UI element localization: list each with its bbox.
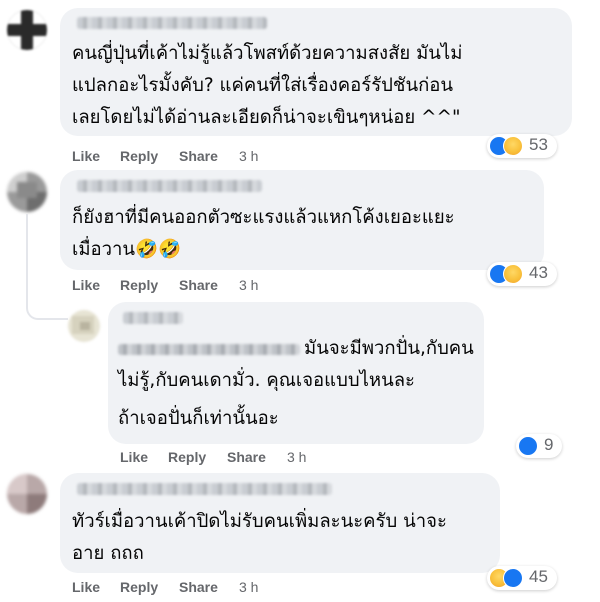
reaction-count: 43 [529,263,548,282]
reaction-summary[interactable]: 9 [516,434,562,458]
like-button[interactable]: Like [72,277,100,293]
like-button[interactable]: Like [72,148,100,164]
commenter-avatar[interactable] [68,310,100,342]
reaction-count: 53 [529,135,548,154]
reply-button[interactable]: Reply [120,148,158,164]
like-button[interactable]: Like [120,449,148,465]
commenter-name-redacted[interactable] [77,483,332,495]
reply-button[interactable]: Reply [168,449,206,465]
commenter-name-redacted[interactable] [123,312,183,324]
reaction-count: 45 [529,567,548,586]
share-button[interactable]: Share [179,579,218,595]
comment-text-line: เลยโดยไม่ได้อ่านละเอียดก็น่าจะเขินๆหน่อย… [72,107,461,128]
reply-thread-line [26,214,68,320]
reaction-summary[interactable]: 45 [487,566,557,590]
like-icon [503,568,523,588]
comment-text-fragment: มันจะมีพวกปั่น,กับคน [304,338,474,359]
timestamp[interactable]: 3 h [239,579,258,595]
comment-text-line: ก็ยังฮาที่มีคนออกตัวซะแรงแล้วแหกโค้งเยอะ… [72,207,455,228]
comment-bubble: ก็ยังฮาที่มีคนออกตัวซะแรงแล้วแหกโค้งเยอะ… [60,170,544,270]
timestamp[interactable]: 3 h [287,449,306,465]
reaction-summary[interactable]: 43 [487,262,557,286]
comment-bubble: มันจะมีพวกปั่น,กับคน ไม่รู้,กับคนเดามั่ว… [108,302,484,444]
commenter-avatar[interactable] [7,172,47,212]
like-icon [518,436,538,456]
like-button[interactable]: Like [72,579,100,595]
comment-bubble: ทัวร์เมื่อวานเค้าปิดไม่รับคนเพิ่มละนะครั… [60,473,500,573]
timestamp[interactable]: 3 h [239,148,258,164]
comment-bubble: คนญี่ปุ่นที่เค้าไม่รู้แล้วโพสท์ด้วยความส… [60,8,572,136]
share-button[interactable]: Share [179,148,218,164]
haha-icon [503,136,523,156]
comment-text-line: เมื่อวาน🤣🤣 [72,239,182,260]
share-button[interactable]: Share [179,277,218,293]
comment-text-line: คนญี่ปุ่นที่เค้าไม่รู้แล้วโพสท์ด้วยความส… [72,43,463,64]
commenter-name-redacted[interactable] [77,180,262,192]
commenter-avatar[interactable] [7,474,47,514]
reply-button[interactable]: Reply [120,277,158,293]
timestamp[interactable]: 3 h [239,277,258,293]
reaction-count: 9 [544,435,554,454]
comment-text-line: ไม่รู้,กับคนเดามั่ว. คุณเจอแบบไหนละ [118,370,415,391]
reply-button[interactable]: Reply [120,579,158,595]
haha-icon [503,264,523,284]
comment-text-line: ถ้าเจอปั่นก็เท่านั้นอะ [118,408,279,429]
comment-text-line: ทัวร์เมื่อวานเค้าปิดไม่รับคนเพิ่มละนะครั… [72,511,447,532]
comment-text-line: มันจะมีพวกปั่น,กับคน [118,333,474,365]
reaction-summary[interactable]: 53 [487,134,557,158]
comment-text-line: อาย ถถถ [72,543,144,564]
commenter-name-redacted[interactable] [77,17,267,29]
commenter-avatar[interactable] [7,10,47,50]
share-button[interactable]: Share [227,449,266,465]
redacted-mention [118,343,300,355]
comment-text-line: แปลกอะไรมั้งคับ? แค่คนที่ใส่เรื่องคอร์รั… [72,75,454,96]
